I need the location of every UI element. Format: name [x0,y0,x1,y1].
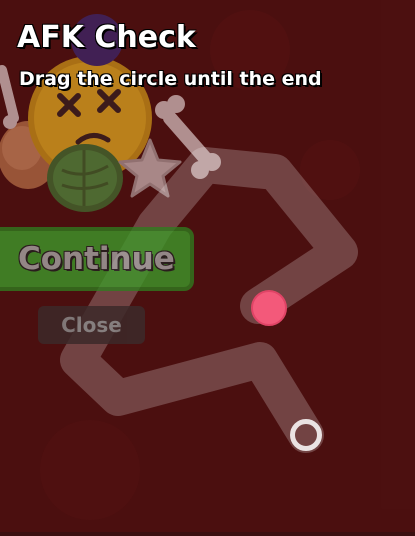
drag-handle[interactable] [251,290,287,326]
instruction-text: Drag the circle until the end [19,68,322,90]
path-end-target [290,419,322,451]
close-button[interactable]: Close [38,306,145,344]
page-title: AFK Check [17,20,196,55]
continue-button[interactable]: Continue [0,227,194,291]
